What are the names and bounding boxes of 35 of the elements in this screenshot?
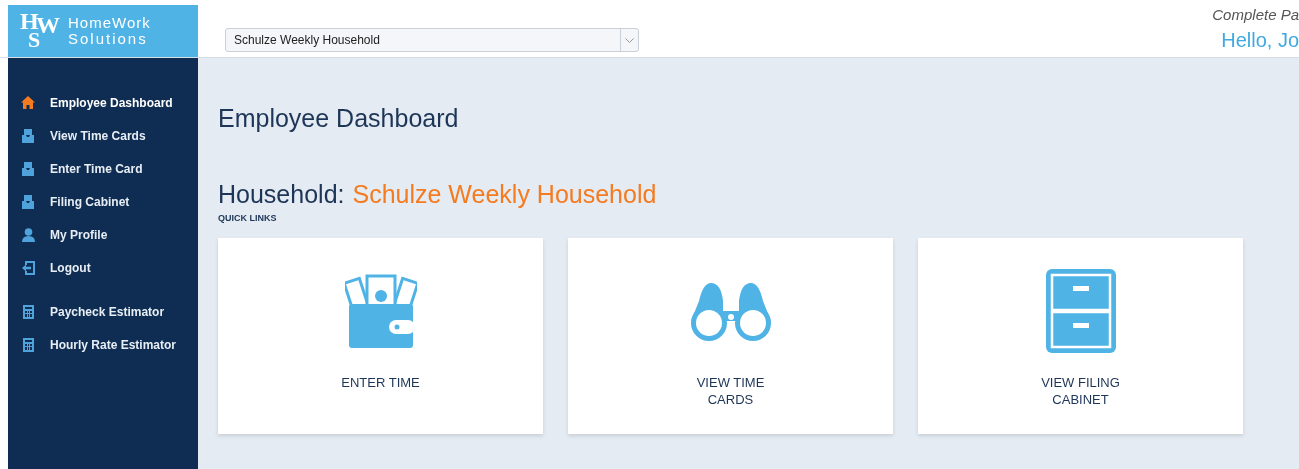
wallet-icon xyxy=(344,273,417,348)
greeting-text: Hello, Jo xyxy=(1221,27,1299,53)
logo-text: HomeWork xyxy=(68,15,151,31)
filing-cabinet-icon xyxy=(1045,268,1116,353)
tray-icon xyxy=(22,194,34,209)
notice-text: Complete Pa xyxy=(1212,5,1299,26)
user-icon xyxy=(21,227,35,242)
sidebar-item[interactable]: View Time Cards xyxy=(8,119,198,152)
quick-link-card[interactable]: ENTER TIME xyxy=(218,237,543,434)
logout-icon xyxy=(21,260,35,275)
household-dropdown[interactable]: Schulze Weekly Household xyxy=(225,28,639,52)
section-heading: QUICK LINKS xyxy=(218,212,278,225)
tray-icon xyxy=(22,161,34,176)
sidebar-item[interactable]: Filing Cabinet xyxy=(8,185,198,218)
calculator-icon xyxy=(22,337,34,352)
logo-text: Solutions xyxy=(68,31,149,47)
quick-link-card[interactable]: VIEW TIME CARDS xyxy=(568,237,893,434)
sidebar-item[interactable]: My Profile xyxy=(8,218,198,251)
sidebar-item[interactable]: Enter Time Card xyxy=(8,152,198,185)
page-title: Employee Dashboard xyxy=(218,103,460,134)
card-label: VIEW TIME CARDS xyxy=(695,373,766,408)
calculator-icon xyxy=(22,304,34,319)
logo-mark-letter: S xyxy=(28,29,41,51)
home-icon xyxy=(21,96,35,109)
binoculars-icon xyxy=(688,280,773,341)
household-name: Schulze Weekly Household xyxy=(352,179,657,210)
tray-icon xyxy=(22,128,34,143)
household-label: Household: xyxy=(218,179,345,210)
sidebar-item[interactable]: Hourly Rate Estimator xyxy=(8,328,198,361)
sidebar-item[interactable]: Paycheck Estimator xyxy=(8,295,198,328)
card-label: VIEW FILING CABINET xyxy=(1040,373,1121,408)
chevron-down-icon xyxy=(625,37,634,43)
sidebar-item[interactable]: Logout xyxy=(8,251,198,284)
card-label: ENTER TIME xyxy=(340,373,421,391)
quick-link-card[interactable]: VIEW FILING CABINET xyxy=(918,237,1243,434)
